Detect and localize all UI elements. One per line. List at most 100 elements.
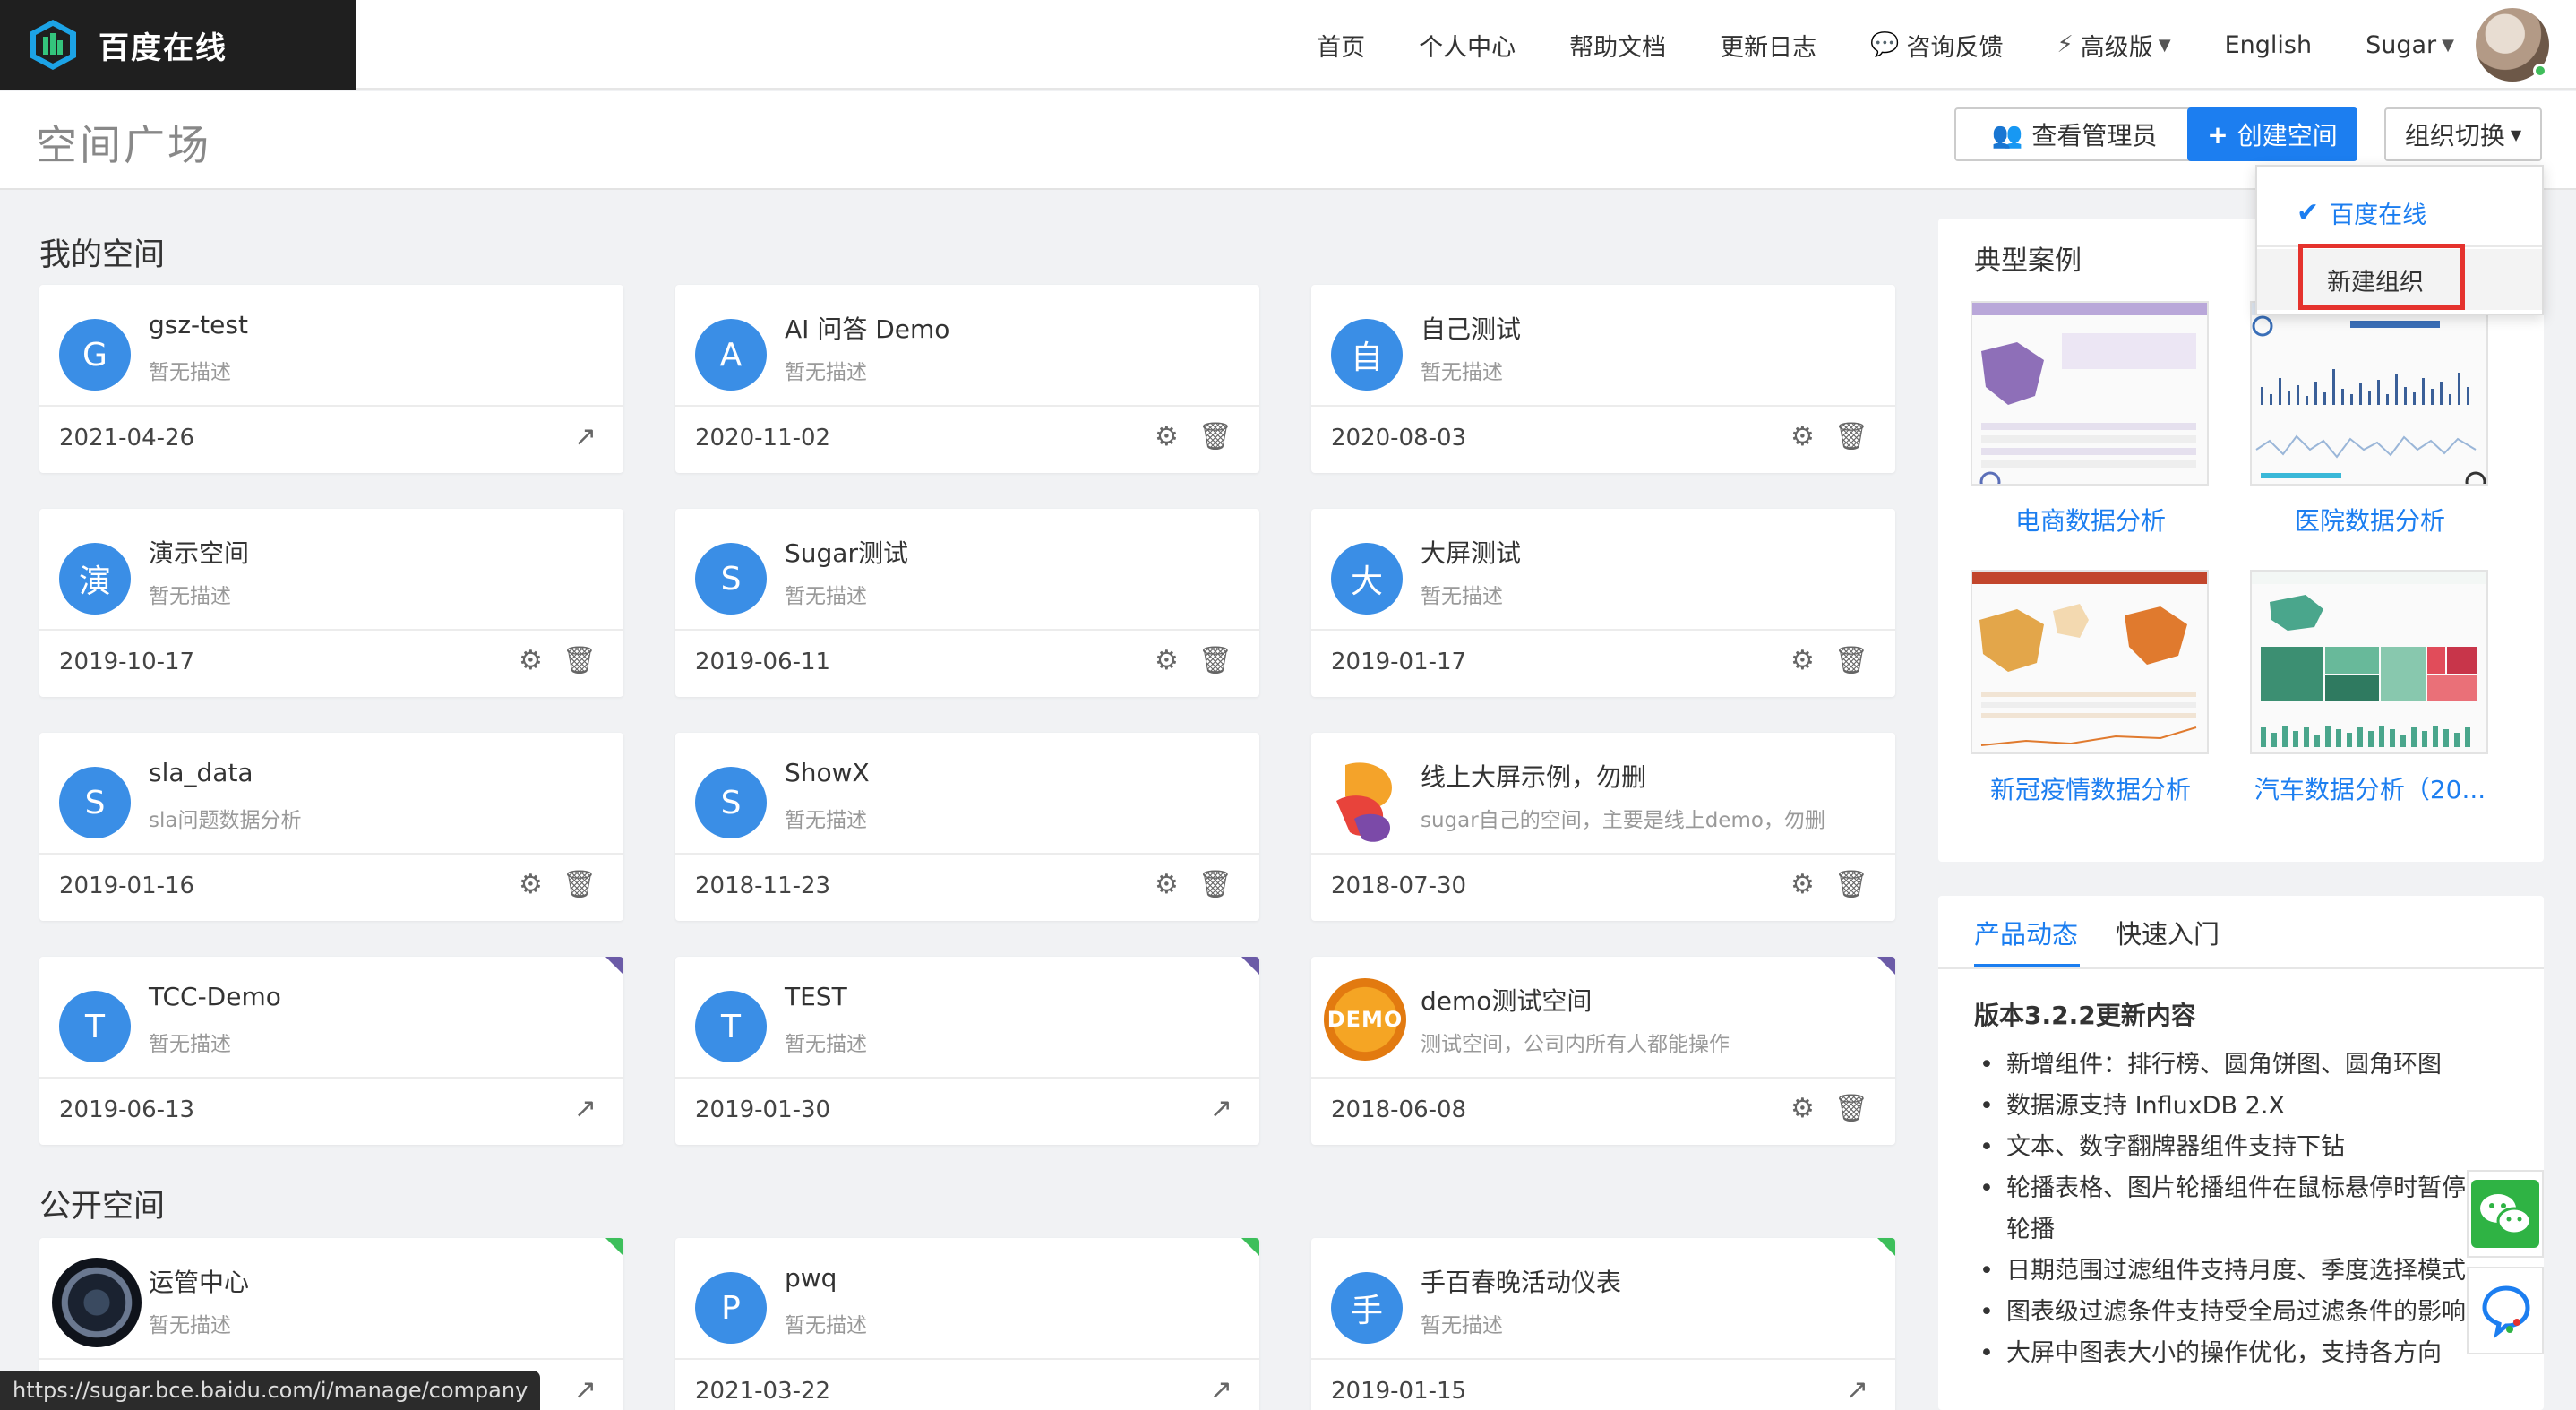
space-avatar: 大 xyxy=(1331,543,1403,615)
trash-icon[interactable]: 🗑 xyxy=(1198,869,1232,900)
space-name[interactable]: TEST xyxy=(785,982,847,1011)
space-card[interactable]: A AI 问答 Demo 暂无描述 2020-11-02 ⚙ 🗑 xyxy=(675,285,1259,473)
case-thumbnail-hospital[interactable] xyxy=(2250,301,2488,486)
gear-icon[interactable]: ⚙ xyxy=(1155,645,1179,676)
space-card[interactable]: S ShowX 暂无描述 2018-11-23 ⚙ 🗑 xyxy=(675,733,1259,921)
chat-float-button[interactable] xyxy=(2467,1267,2544,1354)
user-avatar[interactable] xyxy=(2476,8,2549,82)
space-card[interactable]: 大大屏测试 暂无描述 2019-01-17 ⚙ 🗑 xyxy=(1311,509,1895,697)
external-link-icon[interactable]: ↗ xyxy=(574,421,597,452)
space-name[interactable]: TCC-Demo xyxy=(149,982,281,1011)
trash-icon[interactable]: 🗑 xyxy=(1834,1093,1868,1124)
nav-user-label: Sugar xyxy=(2366,30,2437,59)
trash-icon[interactable]: 🗑 xyxy=(1198,421,1232,452)
external-link-icon[interactable]: ↗ xyxy=(574,1093,597,1124)
gear-icon[interactable]: ⚙ xyxy=(1155,421,1179,452)
gear-icon[interactable]: ⚙ xyxy=(1790,869,1815,900)
news-item: 轮播 xyxy=(2006,1216,2055,1243)
nav-home[interactable]: 首页 xyxy=(1317,28,1365,63)
create-space-button[interactable]: + 创建空间 xyxy=(2187,107,2357,161)
space-name[interactable]: AI 问答 Demo xyxy=(785,310,949,346)
space-name[interactable]: demo测试空间 xyxy=(1421,982,1592,1018)
nav-feedback[interactable]: 💬 咨询反馈 xyxy=(1870,28,2003,63)
gear-icon[interactable]: ⚙ xyxy=(1155,869,1179,900)
view-admin-button[interactable]: 👥 查看管理员 xyxy=(1954,107,2194,161)
trash-icon[interactable]: 🗑 xyxy=(1834,421,1868,452)
brand-logo[interactable]: 百度在线 xyxy=(0,0,356,90)
wechat-float-button[interactable] xyxy=(2467,1170,2544,1258)
nav-help[interactable]: 帮助文档 xyxy=(1569,28,1666,63)
org-switch-button[interactable]: 组织切换 ▼ xyxy=(2384,107,2542,161)
space-card[interactable]: Ggsz-test 暂无描述 2021-04-26 ↗ xyxy=(39,285,623,473)
space-name[interactable]: ShowX xyxy=(785,758,870,787)
nav-advanced[interactable]: ⚡ 高级版 ▼ xyxy=(2057,28,2171,63)
space-card[interactable]: Ppwq 暂无描述 2021-03-22 ↗ xyxy=(675,1238,1259,1410)
case-label-hospital[interactable]: 医院数据分析 xyxy=(2236,502,2504,537)
space-actions: ↗ xyxy=(1190,1093,1232,1124)
space-date: 2018-06-08 xyxy=(1331,1096,1467,1123)
space-name[interactable]: pwq xyxy=(785,1263,837,1293)
space-card[interactable]: S Sugar测试 暂无描述 2019-06-11 ⚙ 🗑 xyxy=(675,509,1259,697)
wechat-icon xyxy=(2471,1180,2539,1248)
news-list: 新增组件：排行榜、圆角饼图、圆角环图 数据源支持 InfluxDB 2.X 文本… xyxy=(1974,1045,2529,1374)
external-link-icon[interactable]: ↗ xyxy=(1210,1374,1232,1406)
gear-icon[interactable]: ⚙ xyxy=(1790,421,1815,452)
space-name[interactable]: 运管中心 xyxy=(149,1263,249,1299)
nav-user-menu[interactable]: Sugar ▼ xyxy=(2366,31,2454,59)
space-card[interactable]: 自自己测试 暂无描述 2020-08-03 ⚙ 🗑 xyxy=(1311,285,1895,473)
case-label-covid[interactable]: 新冠疫情数据分析 xyxy=(1956,770,2225,806)
trash-icon[interactable]: 🗑 xyxy=(1198,645,1232,676)
space-name[interactable]: 自己测试 xyxy=(1421,310,1521,346)
space-card[interactable]: 线上大屏示例，勿删 sugar自己的空间，主要是线上demo，勿删 2018-07-… xyxy=(1311,733,1895,921)
space-name[interactable]: gsz-test xyxy=(149,310,248,340)
space-card[interactable]: T TEST 暂无描述 2019-01-30 ↗ xyxy=(675,957,1259,1145)
space-name[interactable]: 大屏测试 xyxy=(1421,534,1521,570)
gear-icon[interactable]: ⚙ xyxy=(1790,1093,1815,1124)
trash-icon[interactable]: 🗑 xyxy=(562,645,597,676)
gear-icon[interactable]: ⚙ xyxy=(519,645,543,676)
tab-product-news[interactable]: 产品动态 xyxy=(1974,914,2078,951)
case-thumbnail-covid[interactable] xyxy=(1971,570,2209,754)
tab-quick-start[interactable]: 快速入门 xyxy=(2116,914,2220,951)
space-actions: ↗ xyxy=(554,421,597,452)
space-actions: ↗ xyxy=(554,1093,597,1124)
org-option-current[interactable]: ✔ 百度在线 xyxy=(2257,185,2542,240)
external-link-icon[interactable]: ↗ xyxy=(1846,1374,1868,1406)
page-title: 空间广场 xyxy=(36,121,211,169)
nav-profile[interactable]: 个人中心 xyxy=(1419,28,1516,63)
trash-icon[interactable]: 🗑 xyxy=(562,869,597,900)
space-avatar: T xyxy=(695,991,767,1062)
space-description: 暂无描述 xyxy=(1421,585,1503,608)
tab-divider xyxy=(1938,967,2544,969)
nav-language[interactable]: English xyxy=(2225,31,2313,59)
trash-icon[interactable]: 🗑 xyxy=(1834,869,1868,900)
space-name[interactable]: Sugar测试 xyxy=(785,534,908,570)
nav-changelog[interactable]: 更新日志 xyxy=(1720,28,1816,63)
space-card[interactable]: 演演示空间 暂无描述 2019-10-17 ⚙ 🗑 xyxy=(39,509,623,697)
space-card[interactable]: DEMO demo测试空间 测试空间，公司内所有人都能操作 2018-06-08 ⚙ 🗑 xyxy=(1311,957,1895,1145)
space-card[interactable]: T TCC-Demo 暂无描述 2019-06-13 ↗ xyxy=(39,957,623,1145)
trash-icon[interactable]: 🗑 xyxy=(1834,645,1868,676)
space-name[interactable]: 线上大屏示例，勿删 xyxy=(1421,758,1646,794)
space-date: 2019-10-17 xyxy=(59,649,195,675)
space-corner-badge xyxy=(1877,1238,1895,1256)
space-date: 2019-01-30 xyxy=(695,1096,831,1123)
gear-icon[interactable]: ⚙ xyxy=(519,869,543,900)
space-card[interactable]: 手手百春晚活动仪表 暂无描述 2019-01-15 ↗ xyxy=(1311,1238,1895,1410)
case-thumbnail-auto[interactable] xyxy=(2250,570,2488,754)
space-name[interactable]: 演示空间 xyxy=(149,534,249,570)
space-corner-badge xyxy=(1241,1238,1259,1256)
view-admin-label: 查看管理员 xyxy=(2031,121,2158,150)
external-link-icon[interactable]: ↗ xyxy=(574,1374,597,1406)
case-thumbnail-ecommerce[interactable] xyxy=(1971,301,2209,486)
gear-icon[interactable]: ⚙ xyxy=(1790,645,1815,676)
space-avatar: P xyxy=(695,1272,767,1344)
case-label-ecommerce[interactable]: 电商数据分析 xyxy=(1956,502,2225,537)
space-name[interactable]: sla_data xyxy=(149,758,253,787)
external-link-icon[interactable]: ↗ xyxy=(1210,1093,1232,1124)
users-icon: 👥 xyxy=(1991,119,2023,150)
news-item: 大屏中图表大小的操作优化，支持各方向 xyxy=(1974,1333,2529,1374)
space-name[interactable]: 手百春晚活动仪表 xyxy=(1421,1263,1621,1299)
space-card[interactable]: Ssla_data sla问题数据分析 2019-01-16 ⚙ 🗑 xyxy=(39,733,623,921)
case-label-auto[interactable]: 汽车数据分析（20... xyxy=(2236,770,2504,806)
